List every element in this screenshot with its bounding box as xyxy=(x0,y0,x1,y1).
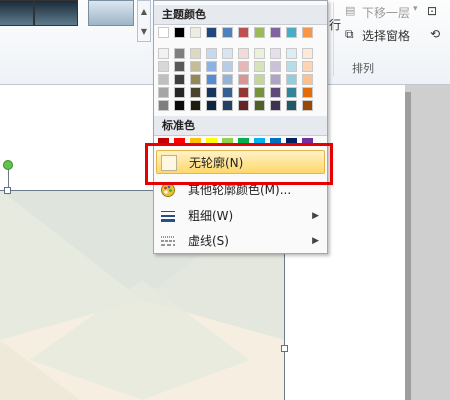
theme-color-swatch[interactable] xyxy=(158,87,169,98)
highlight-annotation-box xyxy=(145,143,333,185)
theme-color-swatch[interactable] xyxy=(254,100,265,111)
theme-color-swatch[interactable] xyxy=(254,87,265,98)
shape-style-thumbnail[interactable] xyxy=(88,0,134,26)
theme-color-swatch[interactable] xyxy=(222,61,233,72)
theme-color-swatch[interactable] xyxy=(174,27,185,38)
theme-color-swatch[interactable] xyxy=(302,87,313,98)
theme-color-swatch[interactable] xyxy=(190,100,201,111)
theme-color-swatch[interactable] xyxy=(254,74,265,85)
rotate-icon[interactable]: ⟲ xyxy=(430,27,440,41)
theme-color-swatch[interactable] xyxy=(302,48,313,59)
theme-color-swatch[interactable] xyxy=(206,87,217,98)
theme-color-swatch[interactable] xyxy=(270,87,281,98)
theme-color-swatch[interactable] xyxy=(270,100,281,111)
slide-shadow xyxy=(405,92,411,400)
theme-color-swatch[interactable] xyxy=(190,61,201,72)
theme-color-swatch[interactable] xyxy=(238,48,249,59)
scroll-down-icon[interactable]: ▼ xyxy=(141,27,147,36)
dropdown-arrow-icon[interactable]: ▾ xyxy=(413,4,418,14)
rotation-handle[interactable] xyxy=(3,160,13,170)
selection-pane-button[interactable]: 选择窗格 xyxy=(362,27,410,44)
theme-color-swatch[interactable] xyxy=(238,61,249,72)
theme-color-swatch[interactable] xyxy=(270,74,281,85)
theme-color-swatch[interactable] xyxy=(302,100,313,111)
theme-color-swatch[interactable] xyxy=(286,61,297,72)
theme-color-swatch[interactable] xyxy=(302,27,313,38)
theme-color-swatch[interactable] xyxy=(174,48,185,59)
theme-color-swatch[interactable] xyxy=(286,27,297,38)
theme-color-swatch[interactable] xyxy=(222,27,233,38)
theme-color-swatch[interactable] xyxy=(206,61,217,72)
submenu-arrow-icon: ▶ xyxy=(312,211,319,221)
theme-color-swatch[interactable] xyxy=(270,27,281,38)
menu-item-label: 虚线(S) xyxy=(188,234,229,248)
resize-handle[interactable] xyxy=(4,187,11,194)
align-icon[interactable]: ⊡ xyxy=(427,4,437,18)
line-weight-item[interactable]: 粗细(W) ▶ xyxy=(156,204,325,228)
theme-color-swatch[interactable] xyxy=(174,87,185,98)
theme-color-swatch[interactable] xyxy=(206,100,217,111)
theme-color-swatch[interactable] xyxy=(222,74,233,85)
send-backward-icon: ▤ xyxy=(345,4,356,17)
theme-color-swatch[interactable] xyxy=(254,48,265,59)
theme-color-swatch[interactable] xyxy=(238,27,249,38)
theme-color-swatch[interactable] xyxy=(206,48,217,59)
theme-color-swatch[interactable] xyxy=(190,27,201,38)
theme-color-swatch[interactable] xyxy=(286,87,297,98)
gallery-scroll-buttons[interactable]: ▲ ▼ xyxy=(137,0,151,42)
scroll-up-icon[interactable]: ▲ xyxy=(141,7,147,16)
theme-color-swatch[interactable] xyxy=(286,74,297,85)
theme-color-swatch[interactable] xyxy=(158,48,169,59)
theme-color-swatch[interactable] xyxy=(302,74,313,85)
standard-colors-header: 标准色 xyxy=(154,116,327,136)
theme-color-swatch[interactable] xyxy=(206,27,217,38)
theme-color-swatch[interactable] xyxy=(158,61,169,72)
submenu-arrow-icon: ▶ xyxy=(312,236,319,246)
theme-color-swatch[interactable] xyxy=(190,87,201,98)
ribbon-separator xyxy=(333,2,334,76)
theme-color-swatch[interactable] xyxy=(222,87,233,98)
ribbon-text-fragment: 行 xyxy=(329,18,342,32)
arrange-group-label: 排列 xyxy=(352,62,374,75)
theme-color-swatch[interactable] xyxy=(174,100,185,111)
theme-color-swatch[interactable] xyxy=(158,100,169,111)
theme-colors-header: 主题颜色 xyxy=(154,5,327,25)
shape-style-thumbnail[interactable] xyxy=(34,0,78,26)
theme-color-swatch[interactable] xyxy=(238,87,249,98)
theme-color-swatch[interactable] xyxy=(286,100,297,111)
theme-color-swatch[interactable] xyxy=(206,74,217,85)
theme-color-swatch[interactable] xyxy=(238,100,249,111)
dash-style-item[interactable]: 虚线(S) ▶ xyxy=(156,229,325,253)
theme-color-swatch[interactable] xyxy=(222,48,233,59)
line-weight-icon xyxy=(160,208,176,224)
dash-style-icon xyxy=(160,233,176,249)
shape-outline-dropdown: 主题颜色 标准色 无轮廓(N) 其他轮廓颜色(M)... 粗细(W) ▶ 虚线(… xyxy=(153,0,328,254)
theme-color-swatch[interactable] xyxy=(286,48,297,59)
theme-color-swatch[interactable] xyxy=(270,61,281,72)
theme-color-swatch[interactable] xyxy=(270,48,281,59)
theme-color-swatch[interactable] xyxy=(302,61,313,72)
menu-item-label: 粗细(W) xyxy=(188,209,234,223)
theme-color-swatch[interactable] xyxy=(158,27,169,38)
send-backward-button[interactable]: 下移一层 xyxy=(362,4,410,21)
theme-color-swatch[interactable] xyxy=(190,74,201,85)
theme-color-swatch[interactable] xyxy=(190,48,201,59)
resize-handle[interactable] xyxy=(281,345,288,352)
theme-color-swatch[interactable] xyxy=(254,27,265,38)
selection-pane-icon: ⧉ xyxy=(345,27,354,41)
theme-color-swatch[interactable] xyxy=(158,74,169,85)
shape-style-thumbnail[interactable] xyxy=(0,0,34,26)
theme-color-swatch[interactable] xyxy=(222,100,233,111)
theme-color-swatch[interactable] xyxy=(174,74,185,85)
theme-color-swatch[interactable] xyxy=(238,74,249,85)
theme-color-swatch[interactable] xyxy=(174,61,185,72)
theme-color-swatch[interactable] xyxy=(254,61,265,72)
